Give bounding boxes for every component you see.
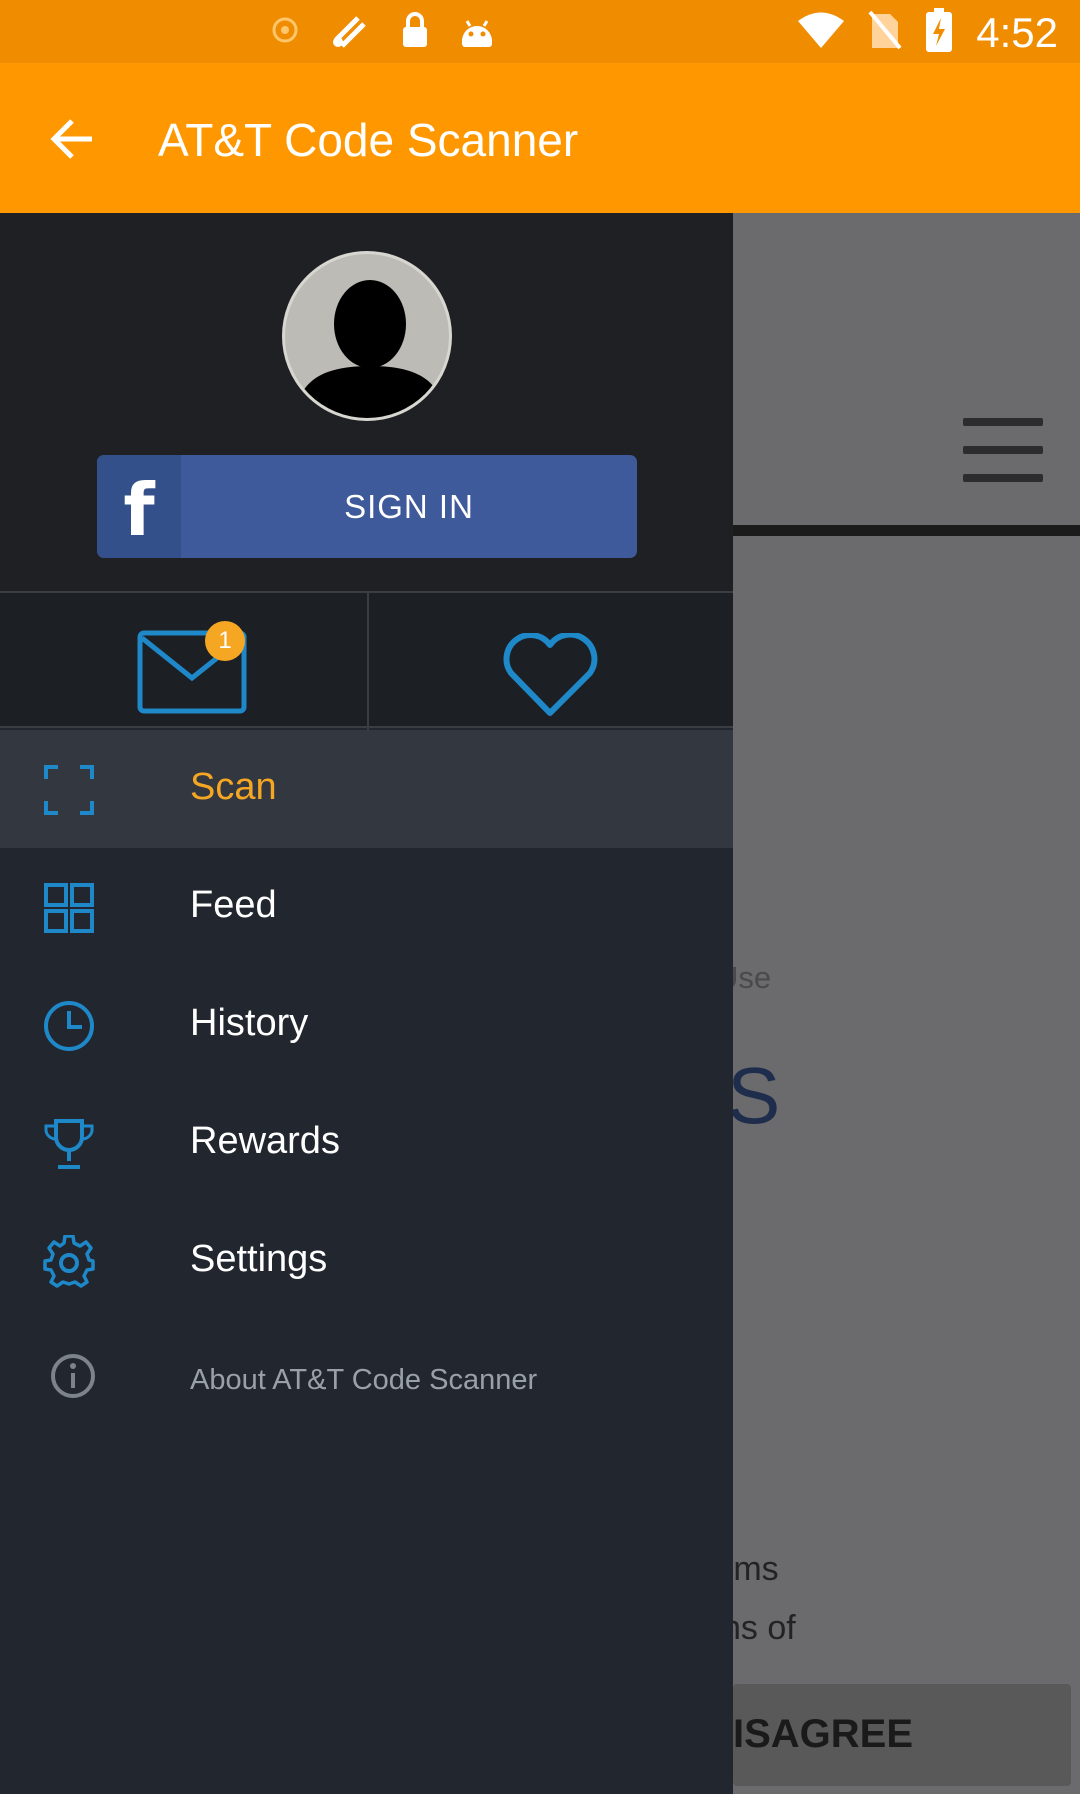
clock-icon <box>42 999 96 1053</box>
heart-icon[interactable] <box>503 631 598 718</box>
menu-item-settings[interactable]: Settings <box>0 1202 733 1320</box>
shortcut-divider <box>367 593 369 730</box>
menu-item-feed[interactable]: Feed <box>0 848 733 966</box>
menu-label-rewards: Rewards <box>190 1120 340 1162</box>
facebook-sign-in-label: SIGN IN <box>344 488 474 525</box>
menu-label-feed: Feed <box>190 884 277 926</box>
notification-icon <box>270 15 300 50</box>
menu-label-about: About AT&T Code Scanner <box>190 1364 538 1396</box>
scan-icon <box>42 763 96 817</box>
menu-label-settings: Settings <box>190 1238 328 1280</box>
info-icon <box>50 1353 104 1407</box>
navigation-drawer: f SIGN IN 1 Scan Feed History Rewards Se… <box>0 213 733 1794</box>
satellite-icon <box>328 10 372 55</box>
background-heading: S <box>727 1051 781 1140</box>
clock-time: 4:52 <box>976 8 1058 56</box>
page-title: AT&T Code Scanner <box>158 114 579 166</box>
mail-badge: 1 <box>205 621 245 661</box>
menu-label-scan: Scan <box>190 766 277 808</box>
background-text-3: ns of <box>722 1609 796 1647</box>
wifi-icon <box>798 12 845 53</box>
gear-icon <box>42 1234 96 1289</box>
lock-icon <box>400 10 430 55</box>
drawer-menu: Scan Feed History Rewards Settings About… <box>0 730 733 1438</box>
disagree-button: ISAGREE <box>733 1684 1071 1786</box>
menu-item-history[interactable]: History <box>0 966 733 1084</box>
grid-icon <box>42 881 96 935</box>
status-bar: 4:52 <box>0 0 1080 63</box>
facebook-icon: f <box>97 455 181 558</box>
user-avatar-icon[interactable] <box>282 251 452 421</box>
no-sim-icon <box>868 10 902 55</box>
drawer-header: f SIGN IN <box>0 213 733 591</box>
menu-item-rewards[interactable]: Rewards <box>0 1084 733 1202</box>
toolbar: AT&T Code Scanner <box>0 63 1080 213</box>
arrow-left-icon[interactable] <box>48 115 96 163</box>
hamburger-menu-icon <box>963 418 1043 484</box>
menu-label-history: History <box>190 1002 309 1044</box>
trophy-icon <box>42 1117 96 1171</box>
disagree-button-label: ISAGREE <box>733 1712 914 1756</box>
menu-item-about[interactable]: About AT&T Code Scanner <box>0 1320 733 1438</box>
shortcut-row: 1 <box>0 591 733 730</box>
menu-item-scan[interactable]: Scan <box>0 730 733 848</box>
battery-charging-icon <box>926 8 953 57</box>
android-icon <box>458 11 496 54</box>
background-divider <box>733 525 1080 536</box>
facebook-sign-in-button[interactable]: f SIGN IN <box>97 455 637 558</box>
